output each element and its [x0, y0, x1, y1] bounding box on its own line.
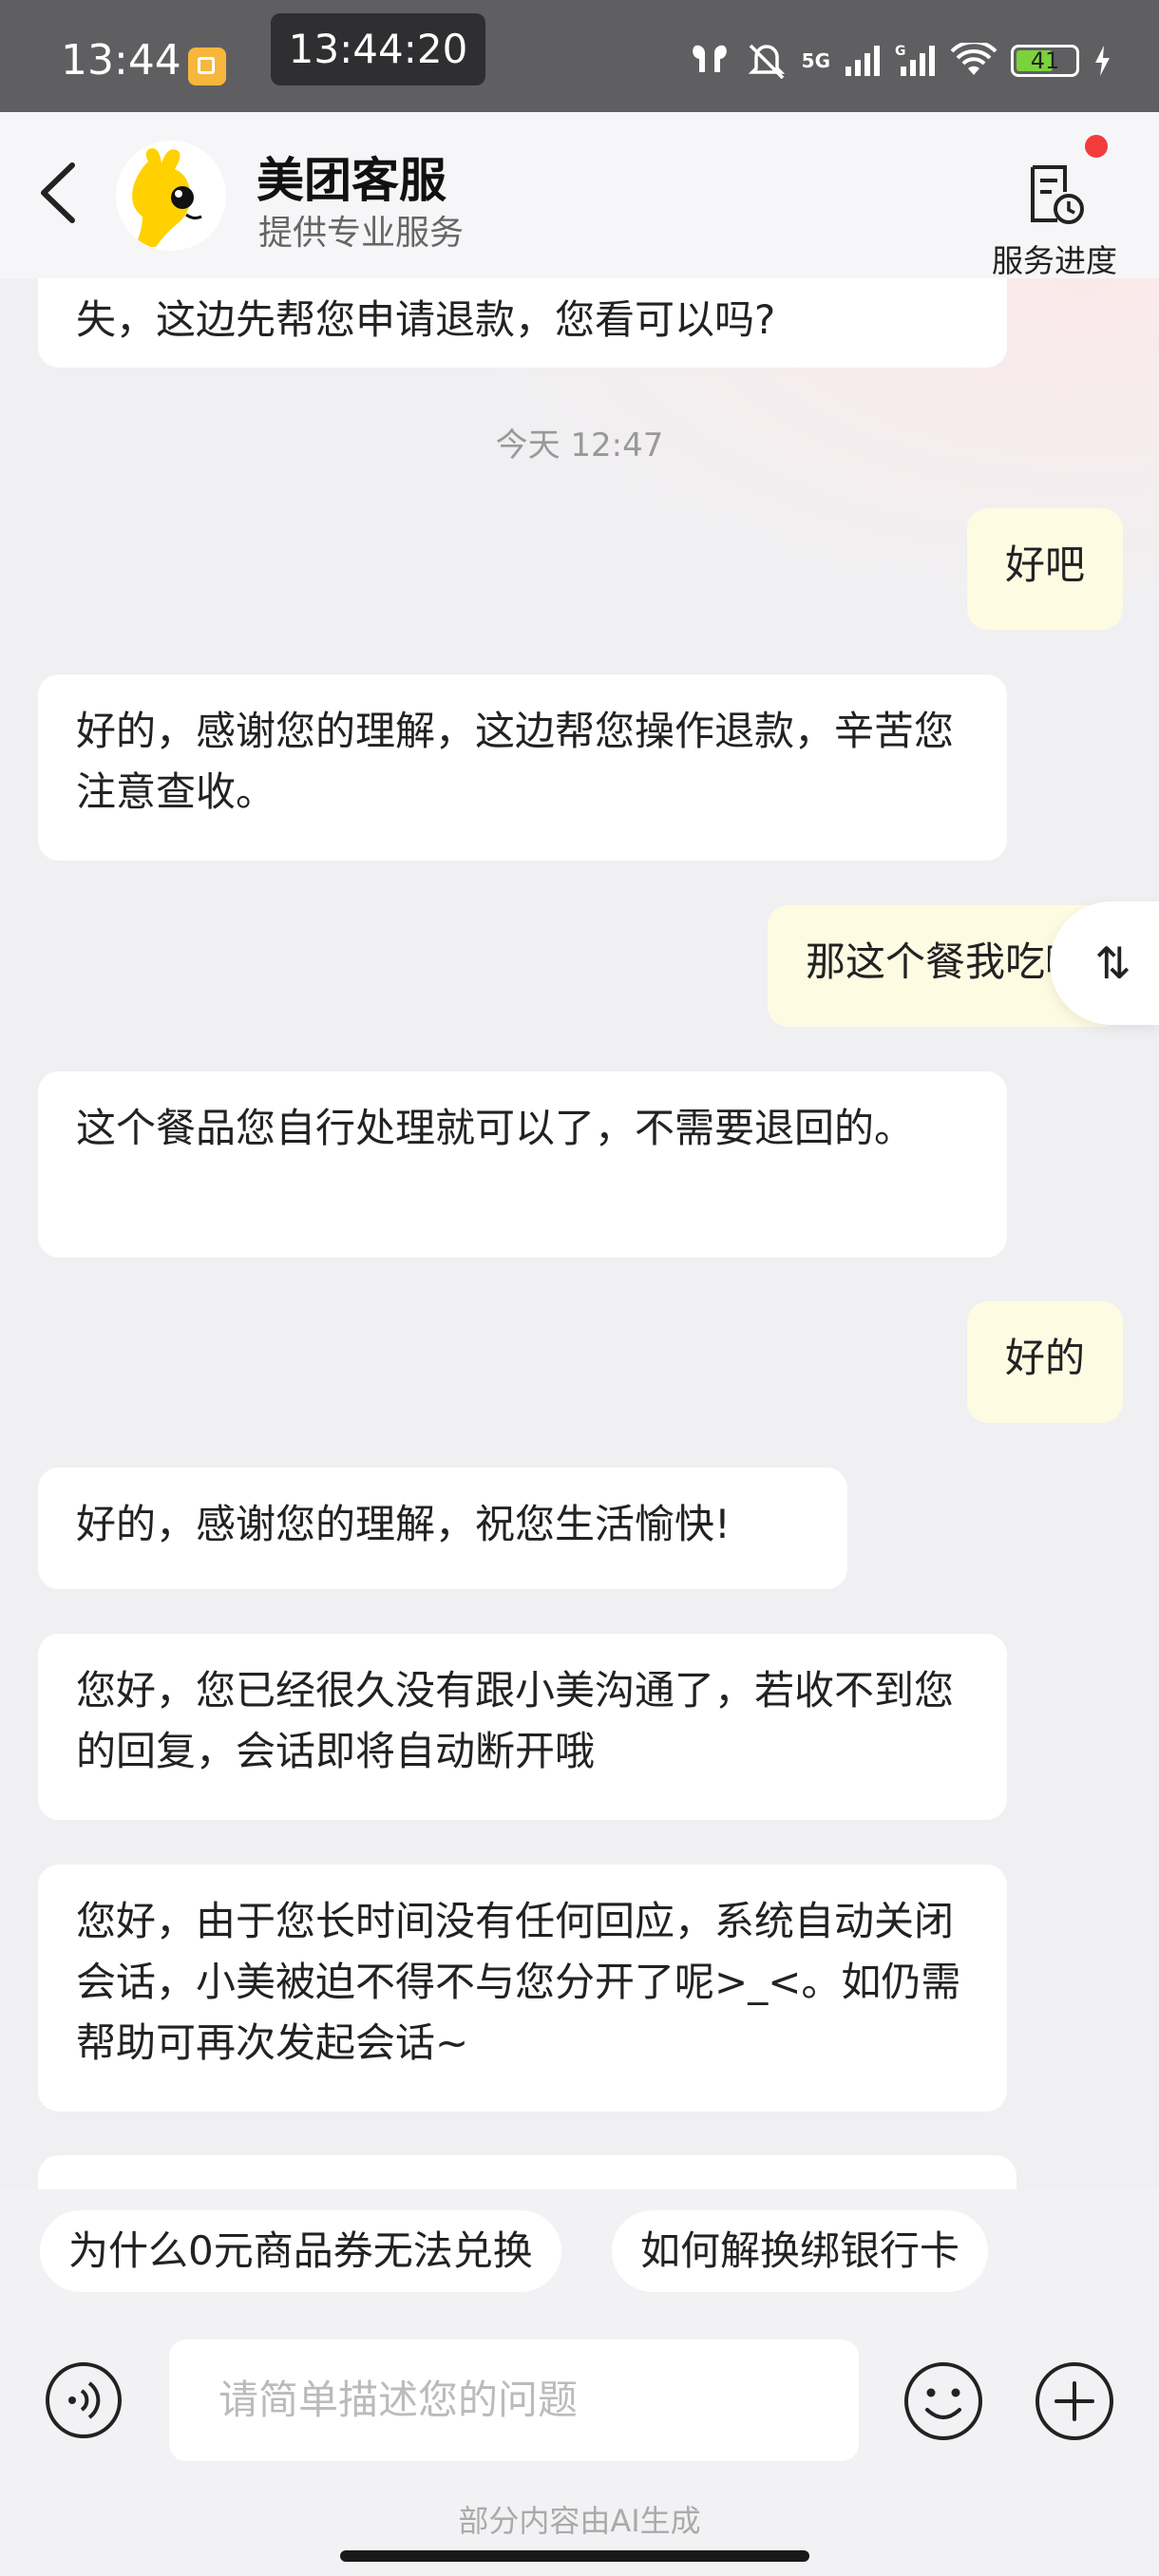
wifi-icon [950, 43, 998, 75]
chip-label: 如何解换绑银行卡 [640, 2227, 960, 2274]
svg-text:G: G [895, 44, 906, 59]
voice-button[interactable] [44, 2360, 124, 2440]
page-title: 美团客服 [256, 153, 446, 208]
status-icons: 5G G 41 [688, 38, 1112, 84]
message-text: 您好，您已经很久没有跟小美沟通了，若收不到您的回复，会话即将自动断开哦 [76, 1667, 955, 1774]
message-text: 那这个餐我吃啦 [805, 938, 1085, 985]
notification-app-icon [188, 47, 226, 85]
swap-arrows-icon: ⇅ [1094, 938, 1131, 989]
message-text: 好的，感谢您的理解，这边帮您操作退款，辛苦您注意查收。 [76, 708, 955, 815]
message-input[interactable]: 请简单描述您的问题 [169, 2339, 859, 2461]
status-time: 13:44 [61, 36, 181, 85]
document-clock-icon [1031, 165, 1084, 224]
message-text: 好的 [1004, 1335, 1085, 1381]
input-panel: 为什么0元商品券无法兑换 如何解换绑银行卡 请简单描述您的问题 部分内容由AI生… [0, 2189, 1159, 2576]
agent-message: 您好，您已经很久没有跟小美沟通了，若收不到您的回复，会话即将自动断开哦 [38, 1634, 1007, 1820]
service-progress-button[interactable]: 服务进度 [978, 135, 1130, 279]
smile-icon [904, 2362, 982, 2440]
charging-icon [1095, 46, 1110, 76]
plus-icon [1036, 2362, 1113, 2440]
emoji-button[interactable] [902, 2360, 984, 2442]
chevron-left-icon [41, 162, 75, 223]
agent-message: 好的，感谢您的理解，这边帮您操作退款，辛苦您注意查收。 [38, 674, 1007, 861]
agent-message: 失，这边先帮您申请退款，您看可以吗? [38, 278, 1007, 368]
quick-question-chip[interactable]: 为什么0元商品券无法兑换 [40, 2210, 561, 2292]
ai-disclaimer: 部分内容由AI生成 [458, 2503, 701, 2539]
message-timestamp: 今天 12:47 [495, 426, 664, 464]
chat-messages[interactable]: 失，这边先帮您申请退款，您看可以吗? 今天 12:47 好吧 好的，感谢您的理解… [0, 278, 1159, 2189]
earbuds-icon [692, 45, 727, 72]
battery-indicator: 41 [1011, 45, 1079, 77]
agent-message: 好的，感谢您的理解，祝您生活愉快! [38, 1468, 847, 1589]
add-button[interactable] [1034, 2360, 1115, 2442]
signal-2-icon: G [895, 44, 935, 76]
agent-message: 您好，由于您长时间没有任何回应，系统自动关闭会话，小美被迫不得不与您分开了呢>_… [38, 1865, 1007, 2112]
agent-message: 这个餐品您自行处理就可以了，不需要退回的。 [38, 1071, 1007, 1258]
signal-icon [846, 46, 880, 76]
input-placeholder: 请简单描述您的问题 [218, 2377, 579, 2423]
avatar[interactable] [116, 141, 226, 251]
home-indicator[interactable] [340, 2550, 809, 2562]
message-text: 您好，由于您长时间没有任何回应，系统自动关闭会话，小美被迫不得不与您分开了呢>_… [76, 1898, 961, 2066]
voice-icon [46, 2362, 122, 2438]
mascot-kangaroo-icon [116, 141, 226, 251]
message-text: 失，这边先帮您申请退款，您看可以吗? [76, 296, 776, 343]
message-text: 好的，感谢您的理解，祝您生活愉快! [76, 1501, 731, 1547]
status-bar: 13:44 13:44:20 5G G 41 [0, 0, 1159, 112]
service-progress-label: 服务进度 [992, 242, 1117, 279]
quick-question-chip[interactable]: 如何解换绑银行卡 [612, 2210, 989, 2292]
notification-dot [1085, 135, 1108, 158]
page-subtitle: 提供专业服务 [258, 214, 465, 253]
mute-bell-icon [748, 44, 785, 80]
message-text: 好吧 [1004, 541, 1085, 588]
back-button[interactable] [28, 150, 95, 236]
message-text: 这个餐品您自行处理就可以了，不需要退回的。 [76, 1105, 915, 1151]
chat-header: 美团客服 提供专业服务 服务进度 [0, 112, 1159, 279]
network-type: 5G [801, 49, 830, 72]
user-message: 好的 [966, 1301, 1123, 1423]
agent-message-partial [38, 2155, 1016, 2189]
user-message: 好吧 [966, 508, 1123, 630]
chip-label: 为什么0元商品券无法兑换 [68, 2227, 533, 2274]
overlay-clock: 13:44:20 [271, 13, 485, 85]
